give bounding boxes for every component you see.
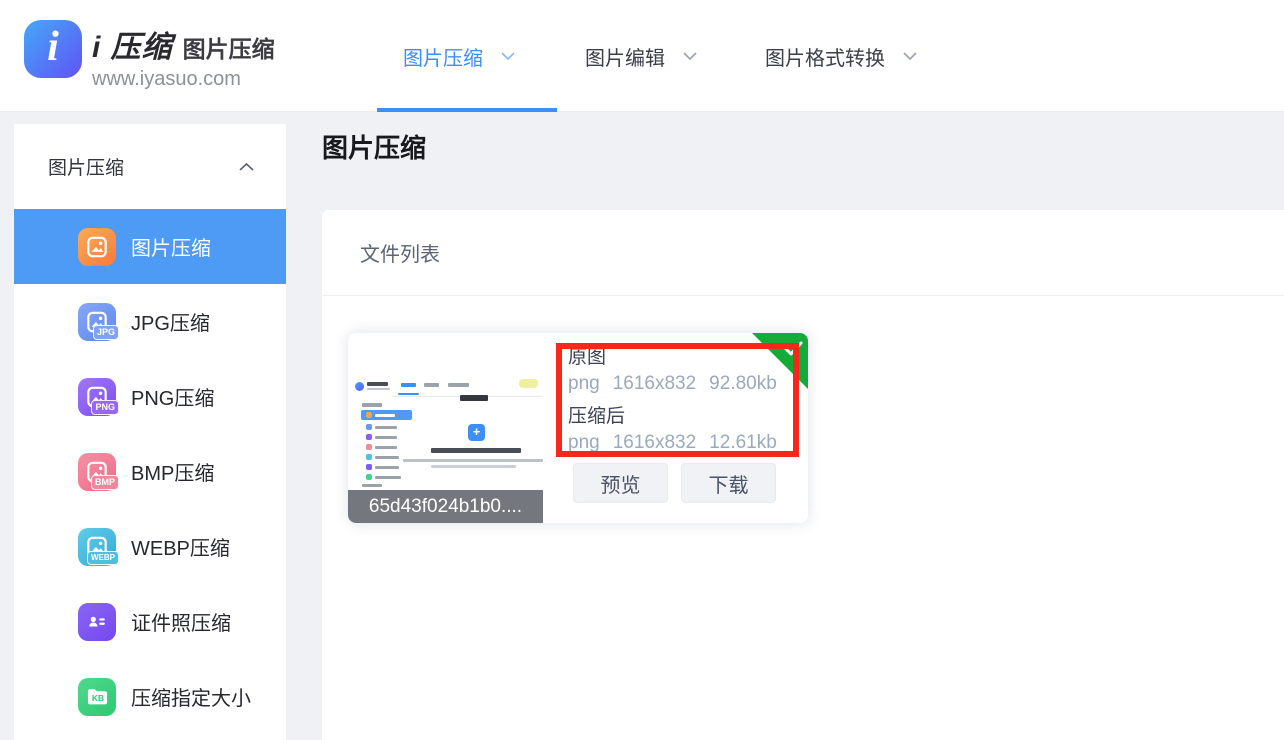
sidebar-item-label: JPG压缩 (131, 307, 210, 336)
check-icon (782, 340, 804, 358)
thumb-detail (403, 459, 543, 462)
file-list-title: 文件列表 (360, 238, 440, 267)
thumb-detail (375, 446, 397, 449)
thumb-detail (366, 444, 372, 450)
sidebar-item-target-size[interactable]: KB 压缩指定大小 (14, 659, 286, 734)
thumb-detail (366, 464, 372, 470)
png-compress-icon: PNG (78, 378, 116, 416)
original-label: 原图 (568, 345, 777, 371)
thumb-detail (375, 436, 397, 439)
thumb-detail (366, 434, 372, 440)
thumb-detail (519, 379, 538, 388)
chevron-down-icon (683, 51, 697, 61)
original-format: png (568, 371, 600, 397)
brand-url: www.iyasuo.com (92, 68, 275, 91)
sidebar-item-label: WEBP压缩 (131, 532, 230, 561)
sidebar-item-bmp-compress[interactable]: BMP BMP压缩 (14, 434, 286, 509)
original-size: 92.80kb (709, 371, 777, 397)
thumb-detail (424, 383, 439, 387)
png-badge: PNG (91, 400, 119, 415)
brand-text: i 压缩 图片压缩 www.iyasuo.com (92, 20, 275, 91)
sidebar-item-label: BMP压缩 (131, 457, 214, 486)
chevron-down-icon (903, 51, 917, 61)
sidebar-item-label: 图片压缩 (131, 232, 211, 261)
chevron-down-icon (501, 51, 515, 61)
file-info: 原图 png 1616x832 92.80kb 压缩后 png 1616x832… (568, 345, 777, 456)
nav-tab-label: 图片格式转换 (765, 42, 885, 71)
kb-size-icon: KB (78, 678, 116, 716)
sidebar: 图片压缩 图片压缩 JPG JPG压缩 (14, 124, 286, 740)
sidebar-item-png-compress[interactable]: PNG PNG压缩 (14, 359, 286, 434)
thumb-detail (366, 454, 372, 460)
sidebar-item-jpg-compress[interactable]: JPG JPG压缩 (14, 284, 286, 359)
app-header: i i 压缩 图片压缩 www.iyasuo.com 图片压缩 图片编辑 图片格… (0, 0, 1284, 112)
preview-button[interactable]: 预览 (573, 463, 668, 503)
thumb-detail (375, 426, 397, 429)
thumb-detail (375, 466, 399, 469)
compressed-size: 12.61kb (709, 430, 777, 456)
nav-tab-label: 图片压缩 (403, 42, 483, 71)
jpg-compress-icon: JPG (78, 303, 116, 341)
image-compress-icon (78, 228, 116, 266)
brand-name: i 压缩 (92, 22, 173, 66)
thumb-detail (401, 383, 416, 387)
nav-tab-label: 图片编辑 (585, 42, 665, 71)
thumb-detail (398, 393, 419, 395)
thumb-detail (460, 395, 488, 401)
compressed-label: 压缩后 (568, 404, 777, 430)
bmp-badge: BMP (91, 475, 119, 490)
sidebar-item-label: PNG压缩 (131, 382, 214, 411)
bmp-compress-icon: BMP (78, 453, 116, 491)
thumb-detail (366, 474, 372, 480)
download-button[interactable]: 下载 (681, 463, 776, 503)
original-dimensions: 1616x832 (613, 371, 696, 397)
thumb-detail (366, 412, 372, 418)
file-name: 65d43f024b1b0.... (348, 490, 543, 523)
sidebar-group-header[interactable]: 图片压缩 (14, 124, 286, 209)
thumb-detail (367, 388, 390, 390)
nav-tab-image-compress[interactable]: 图片压缩 (403, 0, 515, 112)
original-info: png 1616x832 92.80kb (568, 371, 777, 397)
logo-letter: i (47, 26, 59, 72)
logo-icon: i (24, 20, 82, 78)
sidebar-item-label: 压缩指定大小 (131, 682, 251, 711)
thumb-detail (431, 448, 521, 453)
thumb-detail (366, 424, 372, 430)
sidebar-group-label: 图片压缩 (48, 153, 124, 180)
compressed-dimensions: 1616x832 (613, 430, 696, 456)
compressed-info: png 1616x832 12.61kb (568, 430, 777, 456)
thumb-detail (362, 403, 382, 407)
jpg-badge: JPG (93, 325, 119, 340)
webp-badge: WEBP (87, 551, 119, 565)
file-list-panel: 文件列表 (322, 210, 1284, 740)
id-photo-icon (78, 603, 116, 641)
page-title: 图片压缩 (322, 128, 426, 165)
thumb-detail (367, 382, 388, 386)
webp-compress-icon: WEBP (78, 528, 116, 566)
sidebar-item-image-compress[interactable]: 图片压缩 (14, 209, 286, 284)
file-card: + 65d43f024b1b0.... 原图 png 1616x832 92.8… (348, 333, 808, 523)
sidebar-item-idphoto-compress[interactable]: 证件照压缩 (14, 584, 286, 659)
panel-header: 文件列表 (322, 210, 1284, 296)
thumb-detail (431, 465, 516, 468)
thumb-detail (375, 414, 395, 417)
thumb-detail (362, 484, 382, 487)
brand-logo[interactable]: i i 压缩 图片压缩 www.iyasuo.com (24, 20, 275, 91)
kb-badge: KB (91, 693, 103, 703)
nav-tab-format-convert[interactable]: 图片格式转换 (765, 0, 917, 112)
thumb-detail (375, 476, 401, 479)
sidebar-item-webp-compress[interactable]: WEBP WEBP压缩 (14, 509, 286, 584)
chevron-up-icon (239, 162, 254, 172)
thumb-detail (448, 383, 469, 387)
thumb-detail (355, 382, 364, 391)
brand-product: 图片压缩 (183, 30, 275, 64)
sidebar-item-label: 证件照压缩 (131, 607, 231, 636)
thumb-plus-icon: + (468, 424, 485, 441)
compressed-format: png (568, 430, 600, 456)
file-thumbnail[interactable]: + 65d43f024b1b0.... (348, 333, 543, 523)
thumb-detail (375, 456, 399, 459)
nav-tab-image-edit[interactable]: 图片编辑 (585, 0, 697, 112)
active-tab-underline (377, 108, 557, 112)
